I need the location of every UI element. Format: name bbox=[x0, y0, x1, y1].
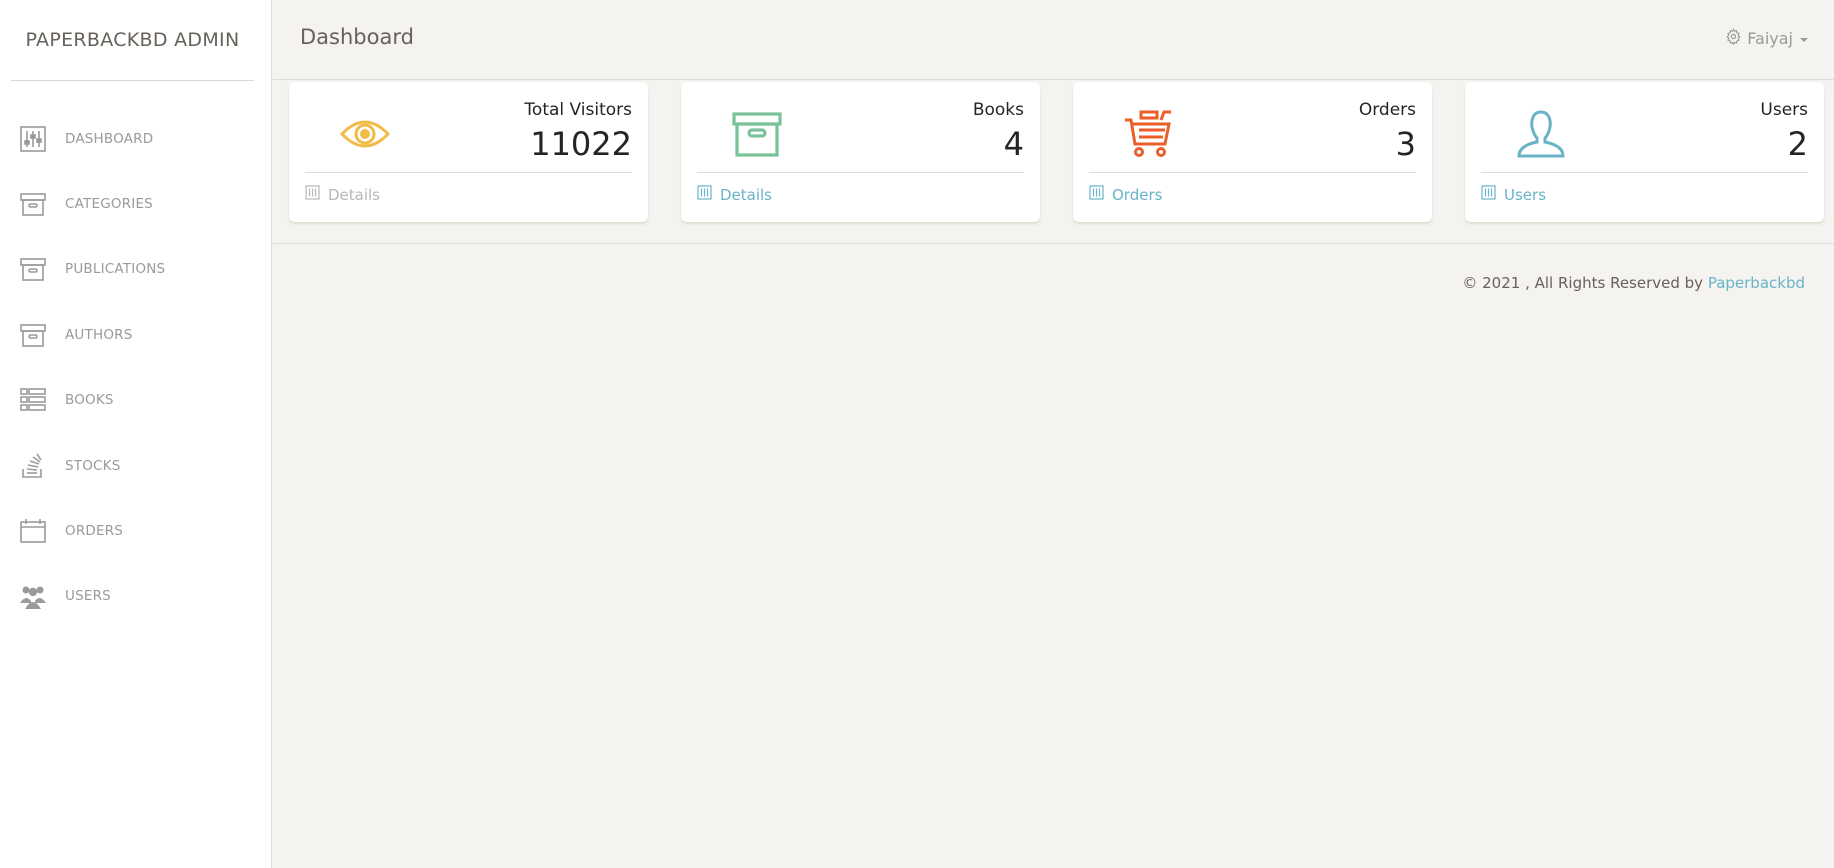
stat-title: Books bbox=[972, 100, 1024, 120]
card-divider bbox=[697, 172, 1024, 173]
stat-card-visitors: Total Visitors 11022 Details bbox=[289, 82, 648, 222]
stat-title: Orders bbox=[1358, 100, 1416, 120]
stat-title: Total Visitors bbox=[524, 100, 632, 120]
page-title: Dashboard bbox=[300, 25, 414, 49]
gear-icon bbox=[1725, 28, 1742, 49]
archive-icon bbox=[19, 190, 47, 218]
sidebar-item-categories[interactable]: CATEGORIES bbox=[0, 171, 271, 236]
copyright: © 2021 , All Rights Reserved by Paperbac… bbox=[1462, 274, 1805, 292]
stat-value: 4 bbox=[1003, 125, 1024, 163]
sliders-icon bbox=[19, 125, 47, 153]
sidebar-item-orders[interactable]: ORDERS bbox=[0, 498, 271, 563]
sidebar-item-books[interactable]: BOOKS bbox=[0, 368, 271, 433]
stat-card-users: Users 2 Users bbox=[1465, 82, 1824, 222]
sidebar-item-label: USERS bbox=[65, 588, 111, 605]
stat-value: 11022 bbox=[530, 125, 632, 163]
orders-link[interactable]: Orders bbox=[1089, 185, 1162, 204]
stat-card-orders: Orders 3 Orders bbox=[1073, 82, 1432, 222]
top-navbar: Dashboard Faiyaj bbox=[273, 0, 1834, 80]
card-divider bbox=[1089, 172, 1416, 173]
sliders-icon bbox=[305, 185, 320, 204]
calendar-icon bbox=[19, 517, 47, 545]
sidebar-item-authors[interactable]: AUTHORS bbox=[0, 302, 271, 367]
user-name: Faiyaj bbox=[1747, 29, 1793, 48]
eye-icon bbox=[339, 108, 391, 160]
sliders-icon bbox=[1481, 185, 1496, 204]
brand-logo-text[interactable]: PAPERBACKBD ADMIN bbox=[11, 0, 254, 81]
users-icon bbox=[19, 582, 47, 610]
sidebar-item-label: BOOKS bbox=[65, 392, 114, 409]
sidebar-item-label: STOCKS bbox=[65, 457, 121, 474]
archive-icon bbox=[19, 321, 47, 349]
sidebar-item-publications[interactable]: PUBLICATIONS bbox=[0, 237, 271, 302]
sidebar-item-label: AUTHORS bbox=[65, 326, 133, 343]
sidebar-nav: DASHBOARD CATEGORIES PUBLICATIONS AUTHOR… bbox=[0, 106, 271, 629]
stat-card-books: Books 4 Details bbox=[681, 82, 1040, 222]
card-divider bbox=[1481, 172, 1808, 173]
sidebar-item-dashboard[interactable]: DASHBOARD bbox=[0, 106, 271, 171]
archive-icon bbox=[19, 255, 47, 283]
user-menu-dropdown[interactable]: Faiyaj bbox=[1725, 28, 1808, 49]
cart-icon bbox=[1123, 108, 1175, 160]
details-link-label: Details bbox=[720, 185, 773, 204]
paperbackbd-link[interactable]: Paperbackbd bbox=[1708, 274, 1805, 292]
sidebar-item-label: ORDERS bbox=[65, 523, 124, 540]
users-link[interactable]: Users bbox=[1481, 185, 1546, 204]
sidebar-item-label: DASHBOARD bbox=[65, 130, 154, 147]
sidebar: PAPERBACKBD ADMIN DASHBOARD CATEGORIES P… bbox=[0, 0, 272, 868]
sidebar-item-label: PUBLICATIONS bbox=[65, 261, 166, 278]
copyright-text: © 2021 , All Rights Reserved by bbox=[1462, 274, 1708, 292]
users-link-label: Users bbox=[1504, 185, 1547, 204]
sidebar-item-stocks[interactable]: STOCKS bbox=[0, 433, 271, 498]
sliders-icon bbox=[697, 185, 712, 204]
stats-cards: Total Visitors 11022 Details Books 4 Det… bbox=[289, 82, 1824, 222]
sidebar-item-label: CATEGORIES bbox=[65, 196, 153, 213]
orders-link-label: Orders bbox=[1112, 185, 1163, 204]
stat-value: 2 bbox=[1787, 125, 1808, 163]
stack-icon bbox=[19, 452, 47, 480]
sliders-icon bbox=[1089, 185, 1104, 204]
caret-down-icon bbox=[1800, 37, 1808, 42]
list-icon bbox=[19, 386, 47, 414]
details-link[interactable]: Details bbox=[305, 185, 380, 204]
archive-icon bbox=[731, 108, 783, 160]
user-icon bbox=[1515, 108, 1567, 160]
stat-value: 3 bbox=[1395, 125, 1416, 163]
details-link[interactable]: Details bbox=[697, 185, 772, 204]
sidebar-item-users[interactable]: USERS bbox=[0, 564, 271, 629]
footer-divider bbox=[273, 243, 1834, 244]
details-link-label: Details bbox=[328, 185, 381, 204]
card-divider bbox=[305, 172, 632, 173]
stat-title: Users bbox=[1760, 100, 1808, 120]
